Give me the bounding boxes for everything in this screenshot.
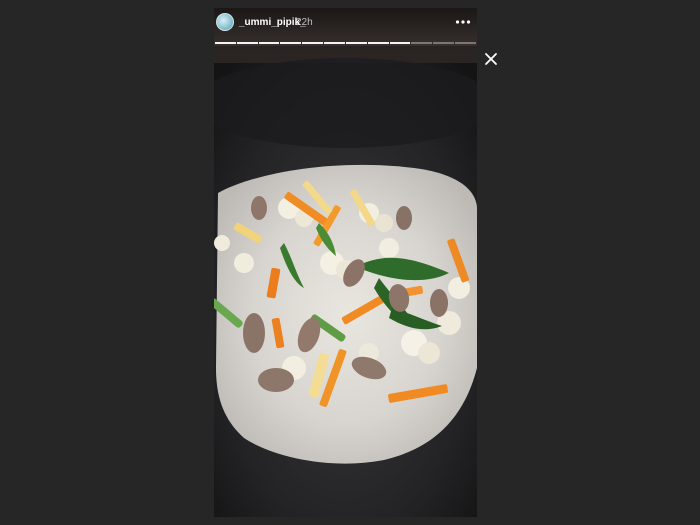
story-viewer: _ummi_pipik_ 22h xyxy=(0,0,700,525)
progress-segment xyxy=(215,42,236,44)
story-frame[interactable]: _ummi_pipik_ 22h xyxy=(214,8,477,517)
progress-segment xyxy=(258,42,280,44)
avatar[interactable] xyxy=(216,13,234,31)
progress-segment xyxy=(455,42,476,44)
progress-segment xyxy=(389,42,411,44)
progress-segment xyxy=(324,42,345,44)
story-progress-bar xyxy=(215,42,476,44)
progress-segment xyxy=(236,42,258,44)
progress-segment xyxy=(433,42,455,44)
progress-segment xyxy=(302,42,324,44)
story-photo xyxy=(214,8,477,517)
close-icon[interactable] xyxy=(484,52,498,66)
progress-segment xyxy=(280,42,302,44)
story-header: _ummi_pipik_ 22h xyxy=(214,8,477,52)
progress-segment xyxy=(345,42,367,44)
story-timestamp: 22h xyxy=(296,17,313,28)
progress-segment xyxy=(411,42,433,44)
more-horizontal-icon[interactable] xyxy=(454,15,472,29)
progress-segment xyxy=(367,42,389,44)
